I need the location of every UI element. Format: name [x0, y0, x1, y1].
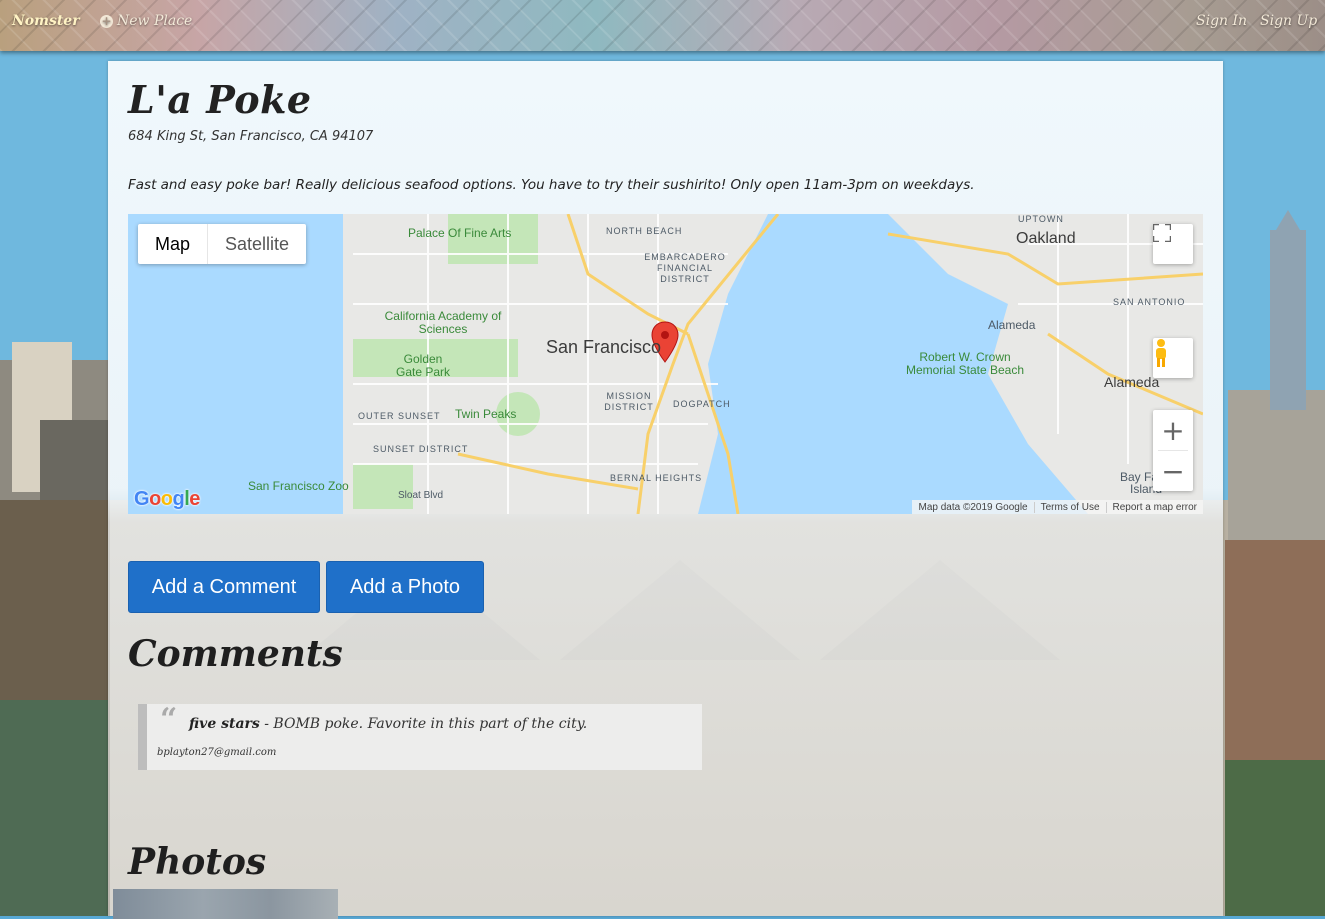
place-card: L'a Poke 684 King St, San Francisco, CA … [108, 61, 1223, 919]
google-map[interactable]: San Francisco Oakland Alameda Alameda Pa… [128, 214, 1203, 514]
place-description: Fast and easy poke bar! Really delicious… [128, 177, 975, 193]
place-address: 684 King St, San Francisco, CA 94107 [128, 129, 374, 144]
navbar: Nomster + New Place Sign In Sign Up [0, 0, 1325, 51]
add-comment-button[interactable]: Add a Comment [128, 561, 320, 613]
map-label-palace: Palace Of Fine Arts [408, 226, 512, 240]
map-label-sunset: SUNSET DISTRICT [373, 444, 469, 454]
zoom-in-button[interactable]: + [1153, 410, 1193, 450]
map-label-uptown: UPTOWN [1018, 214, 1064, 224]
map-label-embarcadero: EMBARCADERO FINANCIAL DISTRICT [644, 252, 726, 284]
comment-body: - BOMB poke. Favorite in this part of th… [264, 716, 588, 732]
map-label-dogpatch: DOGPATCH [673, 399, 731, 409]
map-label-twin-peaks: Twin Peaks [455, 407, 517, 421]
photo-thumbnail[interactable] [113, 889, 338, 919]
new-place-label: New Place [117, 13, 193, 29]
map-label-sloat: Sloat Blvd [398, 490, 444, 501]
map-label-san-antonio: SAN ANTONIO [1113, 297, 1186, 307]
plus-icon: + [1161, 413, 1185, 447]
map-label-golden-gate: Golden Gate Park [395, 352, 451, 379]
map-label-cal-academy: California Academy of Sciences [384, 309, 502, 336]
fullscreen-button[interactable] [1153, 224, 1193, 264]
comments-heading: Comments [128, 633, 343, 675]
new-place-link[interactable]: + New Place [100, 13, 192, 29]
comment-author: bplayton27@gmail.com [157, 747, 277, 758]
photos-heading: Photos [128, 841, 267, 883]
comment-rating: five stars [189, 716, 260, 732]
sign-in-link[interactable]: Sign In [1196, 13, 1247, 29]
sign-up-link[interactable]: Sign Up [1260, 13, 1317, 29]
add-photo-button[interactable]: Add a Photo [326, 561, 484, 613]
brand-link[interactable]: Nomster [12, 13, 80, 29]
place-title: L'a Poke [128, 77, 312, 122]
google-logo: Google [134, 488, 200, 510]
map-label-oakland: Oakland [1016, 230, 1076, 247]
map-data-credit: Map data ©2019 Google [918, 501, 1028, 513]
map-label-sf: San Francisco [546, 337, 662, 357]
map-type-satellite-button[interactable]: Satellite [208, 224, 306, 264]
comment-item: “ five stars - BOMB poke. Favorite in th… [138, 702, 702, 770]
terms-of-use-link[interactable]: Terms of Use [1033, 501, 1106, 513]
zoom-control: + − [1153, 410, 1193, 491]
quote-icon: “ [160, 702, 178, 737]
map-type-map-button[interactable]: Map [138, 224, 209, 264]
map-label-crown-beach: Robert W. Crown Memorial State Beach [905, 350, 1025, 377]
map-label-alameda: Alameda [1104, 374, 1160, 390]
map-label-bernal: BERNAL HEIGHTS [610, 473, 703, 483]
map-footer: Map data ©2019 Google Terms of Use Repor… [912, 500, 1203, 514]
zoom-out-button[interactable]: − [1153, 451, 1193, 491]
plus-icon: + [100, 14, 113, 28]
map-label-mission: MISSION DISTRICT [604, 391, 654, 412]
street-view-pegman-button[interactable] [1153, 338, 1193, 378]
map-label-outer-sunset: OUTER SUNSET [358, 411, 441, 421]
comment-text: five stars - BOMB poke. Favorite in this… [189, 716, 587, 732]
minus-icon: − [1161, 454, 1185, 488]
map-label-zoo: San Francisco Zoo [248, 479, 349, 493]
fullscreen-icon [1153, 224, 1171, 242]
pegman-icon [1156, 339, 1166, 367]
report-map-error-link[interactable]: Report a map error [1105, 501, 1203, 513]
map-type-control: Map Satellite [138, 224, 307, 264]
map-label-north-beach: NORTH BEACH [606, 226, 683, 236]
map-label-alameda-west: Alameda [988, 318, 1036, 332]
